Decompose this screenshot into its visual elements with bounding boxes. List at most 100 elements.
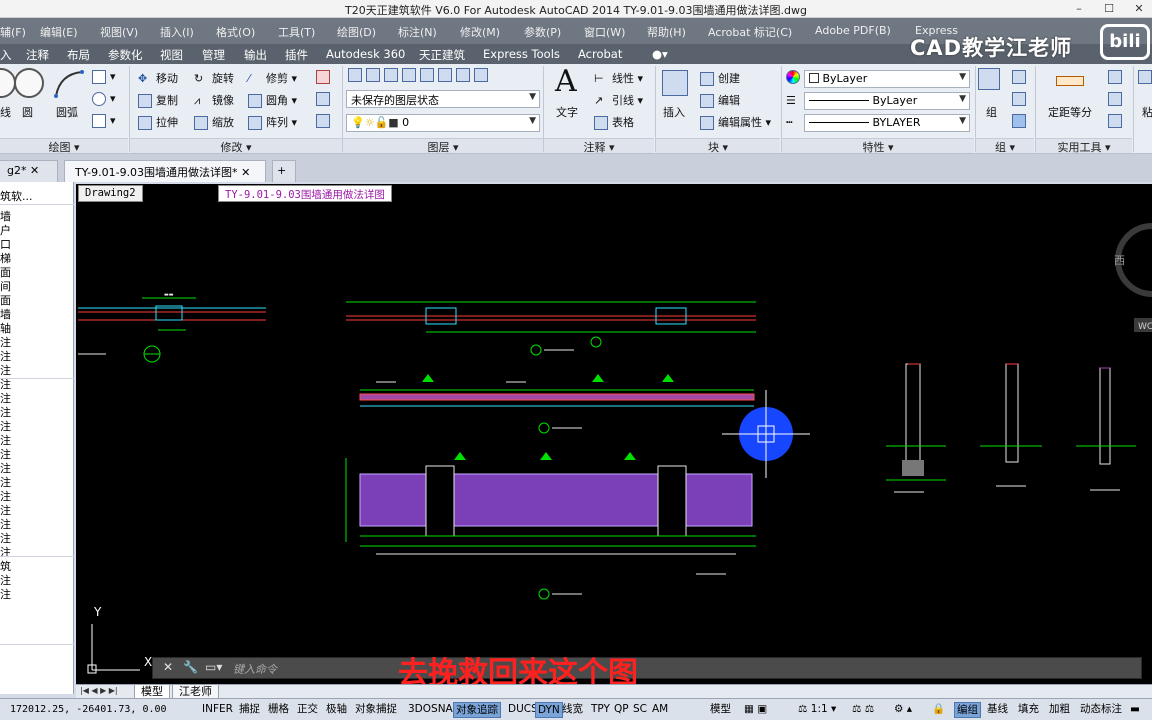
status-toggle[interactable]: QP — [612, 702, 631, 718]
annotation-scale[interactable]: ⚖ 1:1 ▾ — [796, 702, 838, 718]
measure-icon[interactable] — [1056, 74, 1088, 87]
select-all-icon[interactable] — [1108, 114, 1126, 128]
status-toggle[interactable]: AM — [650, 702, 670, 718]
layer-tools-icons[interactable] — [348, 68, 492, 82]
menu-parametric[interactable]: 参数(P) — [524, 24, 561, 40]
lock-icon[interactable]: 🔒 — [930, 702, 947, 718]
annotation-panel-caption[interactable]: 注释 ▾ — [544, 138, 654, 154]
doc-tab-drawing2[interactable]: g2* ✕ — [0, 160, 58, 182]
menu-modify[interactable]: 修改(M) — [460, 24, 500, 40]
rectangle-tool-icon[interactable]: ▾ — [92, 70, 116, 84]
group-edit-icon[interactable] — [1012, 92, 1030, 106]
edit-block-button[interactable]: 编辑 — [700, 92, 740, 108]
status-right-toggle[interactable]: 动态标注 — [1078, 702, 1124, 718]
workspace-gear-icon[interactable]: ⚙ ▴ — [892, 702, 914, 718]
status-toggle[interactable]: INFER — [200, 702, 235, 718]
group-select-icon[interactable] — [1012, 114, 1030, 128]
mirror-button[interactable]: ⩘ 镜像 — [194, 92, 234, 108]
leader-button[interactable]: ↗ 引线 ▾ — [594, 92, 643, 108]
circle-tool-icon[interactable] — [14, 68, 44, 98]
utilities-panel-caption[interactable]: 实用工具 ▾ — [1036, 138, 1132, 154]
current-layer-dropdown[interactable]: 💡☼🔓■ 0 ▼ — [346, 114, 540, 132]
status-toggle[interactable]: 对象追踪 — [453, 702, 501, 718]
tab-manage[interactable]: 管理 — [202, 47, 225, 63]
status-toggle[interactable]: TPY — [589, 702, 612, 718]
layout-tab-model[interactable]: 模型 — [134, 685, 170, 699]
viewcube[interactable]: 西 WC — [1114, 223, 1152, 332]
tab-tangent-architecture[interactable]: 天正建筑 — [419, 47, 465, 63]
close-button[interactable]: ✕ — [1124, 0, 1152, 18]
close-icon[interactable]: ✕ — [30, 164, 39, 177]
layout-icons[interactable]: ▦ ▣ — [742, 702, 769, 718]
palette-item[interactable]: 注 — [0, 586, 11, 602]
group-panel-caption[interactable]: 组 ▾ — [976, 138, 1034, 154]
status-toggle[interactable]: 线宽 — [560, 702, 585, 718]
arc-tool-icon[interactable] — [52, 68, 86, 100]
tab-express-tools[interactable]: Express Tools — [483, 47, 560, 61]
draw-panel-caption[interactable]: 绘图 ▾ — [0, 138, 128, 154]
close-icon[interactable]: ✕ — [163, 660, 173, 674]
status-toggle[interactable]: SC — [631, 702, 649, 718]
explode-icon[interactable] — [316, 92, 334, 106]
erase-icon[interactable] — [316, 70, 334, 84]
tab-home[interactable]: 入 — [0, 47, 12, 63]
tab-output[interactable]: 输出 — [244, 47, 267, 63]
group-icon[interactable] — [978, 68, 1004, 90]
ellipse-tool-icon[interactable]: ▾ — [92, 92, 116, 106]
status-right-toggle[interactable]: 加粗 — [1047, 702, 1072, 718]
linear-dim-button[interactable]: ⊢ 线性 ▾ — [594, 70, 643, 86]
status-right-toggle[interactable]: 编组 — [954, 702, 981, 718]
maximize-button[interactable]: ☐ — [1094, 0, 1124, 18]
menu-insert[interactable]: 插入(I) — [160, 24, 194, 40]
tab-parametric[interactable]: 参数化 — [108, 47, 143, 63]
command-input[interactable]: 键入命令 — [233, 661, 277, 677]
menu-format[interactable]: 格式(O) — [216, 24, 255, 40]
id-point-icon[interactable] — [1108, 92, 1126, 106]
menu-file[interactable]: 辅(F) — [0, 24, 26, 40]
stretch-button[interactable]: 拉伸 — [138, 114, 178, 130]
command-line[interactable]: ✕ 🔧 ▭▾ 键入命令 — [152, 657, 1142, 679]
color-dropdown[interactable]: ByLayer ▼ — [804, 70, 970, 88]
trim-button[interactable]: ⁄ 修剪 ▾ — [248, 70, 297, 86]
status-toggle[interactable]: DYN — [535, 702, 563, 718]
copy-button[interactable]: 复制 — [138, 92, 178, 108]
status-toggle[interactable]: 捕捉 — [237, 702, 262, 718]
layers-panel-caption[interactable]: 图层 ▾ — [343, 138, 543, 154]
status-toggle[interactable]: 极轴 — [324, 702, 349, 718]
tab-layout[interactable]: 布局 — [67, 47, 90, 63]
tab-annotate[interactable]: 注释 — [26, 47, 49, 63]
menu-help[interactable]: 帮助(H) — [647, 24, 686, 40]
status-toggle[interactable]: 正交 — [295, 702, 320, 718]
text-tool-icon[interactable]: A — [555, 64, 577, 99]
menu-tools[interactable]: 工具(T) — [278, 24, 315, 40]
hatch-tool-icon[interactable]: ▾ — [92, 114, 116, 128]
layout-tab-jiang[interactable]: 江老师 — [172, 685, 219, 699]
layer-state-dropdown[interactable]: 未保存的图层状态 ▼ — [346, 90, 540, 108]
menu-adobe-pdf[interactable]: Adobe PDF(B) — [815, 24, 891, 37]
model-space-button[interactable]: 模型 — [708, 702, 733, 718]
quick-calc-icon[interactable] — [1108, 70, 1126, 84]
status-right-toggle[interactable]: 基线 — [985, 702, 1010, 718]
tab-overflow-icon[interactable]: ●▾ — [652, 47, 668, 61]
offset-icon[interactable] — [316, 114, 334, 128]
menu-window[interactable]: 窗口(W) — [584, 24, 625, 40]
tab-acrobat[interactable]: Acrobat — [578, 47, 622, 61]
status-right-toggle[interactable]: 填充 — [1016, 702, 1041, 718]
block-panel-caption[interactable]: 块 ▾ — [656, 138, 780, 154]
menu-edit[interactable]: 编辑(E) — [40, 24, 78, 40]
clean-screen-icon[interactable]: ▬ — [1128, 702, 1142, 718]
close-icon[interactable]: ✕ — [241, 166, 250, 179]
scale-button[interactable]: 缩放 — [194, 114, 234, 130]
menu-view[interactable]: 视图(V) — [100, 24, 138, 40]
insert-block-icon[interactable] — [662, 70, 692, 96]
menu-acrobat-markup[interactable]: Acrobat 标记(C) — [708, 24, 792, 40]
linetype-dropdown[interactable]: ByLayer ▼ — [804, 92, 970, 110]
palette-title[interactable]: 筑软... — [0, 188, 33, 204]
minimize-button[interactable]: – — [1064, 0, 1094, 18]
tab-view[interactable]: 视图 — [160, 47, 183, 63]
menu-draw[interactable]: 绘图(D) — [337, 24, 376, 40]
wrench-icon[interactable]: 🔧 — [183, 660, 198, 674]
lineweight-dropdown[interactable]: BYLAYER ▼ — [804, 114, 970, 132]
menu-dimension[interactable]: 标注(N) — [398, 24, 437, 40]
move-button[interactable]: ✥ 移动 — [138, 70, 178, 86]
